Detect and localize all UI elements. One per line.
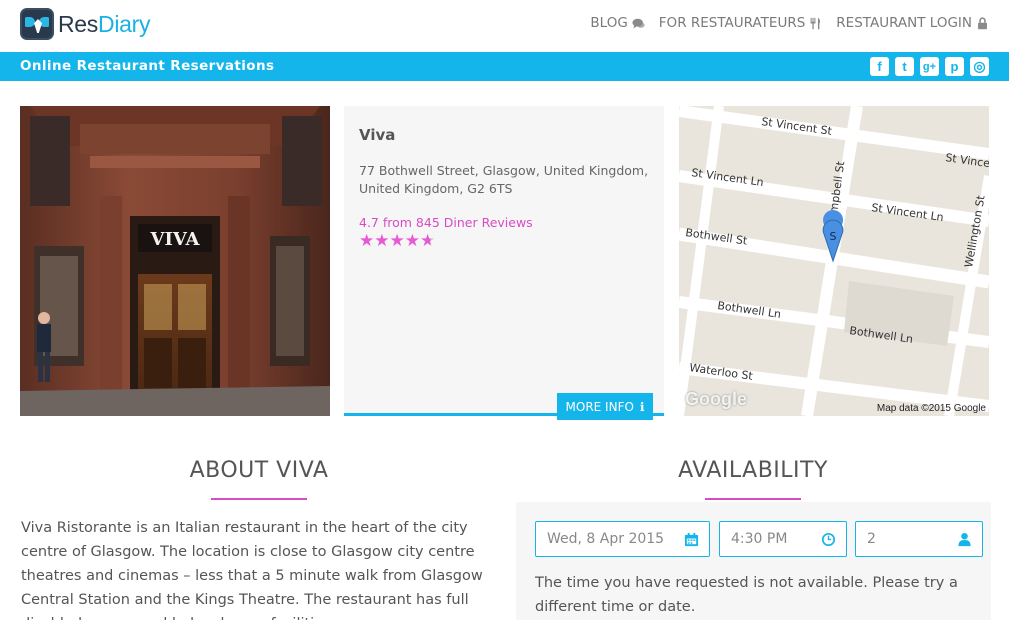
time-picker-field[interactable]: 4:30 PM (719, 521, 847, 557)
star-icon: ★ (404, 231, 420, 251)
map-tiles: St Vincent St St Vince St Vincent Ln St … (679, 106, 989, 416)
party-size-value: 2 (867, 531, 876, 547)
nav-blog[interactable]: BLOG (590, 15, 645, 31)
resdiary-logo[interactable]: ResDiary (20, 8, 150, 40)
restaurant-photo: VIVA (20, 106, 330, 416)
star-icon: ★ (389, 231, 405, 251)
comments-icon (632, 18, 645, 28)
logo-icon (20, 8, 54, 40)
google-plus-icon[interactable]: g+ (920, 57, 939, 76)
availability-message: The time you have requested is not avail… (535, 575, 958, 615)
about-title: ABOUT VIVA (189, 458, 329, 483)
restaurant-address: 77 Bothwell Street, Glasgow, United King… (359, 163, 649, 196)
google-logo: Google (685, 389, 747, 409)
star-icon: ★ (359, 231, 375, 251)
about-description: Viva Ristorante is an Italian restaurant… (21, 520, 483, 620)
twitter-icon[interactable]: t (895, 57, 914, 76)
more-info-button[interactable]: MORE INFO ℹ (557, 393, 653, 420)
availability-title: AVAILABILITY (678, 458, 828, 483)
nav-for-restaurateurs[interactable]: FOR RESTAURATEURS (659, 15, 822, 31)
calendar-icon (684, 532, 699, 547)
info-icon: ℹ (639, 399, 645, 414)
logo-text: ResDiary (58, 11, 150, 38)
social-links: f t g+ p ◎ (870, 57, 989, 76)
nav-restaurant-login[interactable]: RESTAURANT LOGIN (836, 15, 989, 31)
marker-label: S (830, 230, 837, 243)
availability-panel: Wed, 8 Apr 2015 4:30 PM 2 The time you h… (516, 502, 991, 620)
location-map[interactable]: St Vincent St St Vince St Vincent Ln St … (679, 106, 989, 416)
cutlery-icon (810, 17, 821, 29)
restaurant-name: Viva (359, 126, 396, 144)
facebook-icon[interactable]: f (870, 57, 889, 76)
nav-blog-label: BLOG (590, 15, 628, 31)
date-value: Wed, 8 Apr 2015 (547, 531, 665, 547)
instagram-icon[interactable]: ◎ (970, 57, 989, 76)
tagline-text: Online Restaurant Reservations (20, 58, 275, 74)
map-data-credit: Map data ©2015 Google (876, 403, 986, 414)
about-title-underline (211, 498, 307, 500)
availability-title-underline (705, 498, 801, 500)
time-value: 4:30 PM (731, 531, 788, 547)
diner-reviews-link[interactable]: 4.7 from 845 Diner Reviews (359, 215, 533, 230)
top-nav: BLOG FOR RESTAURATEURS RESTAURANT LOGIN (590, 15, 989, 31)
user-icon (958, 532, 971, 547)
restaurant-sign-text: VIVA (150, 229, 201, 250)
site-header: ResDiary BLOG FOR RESTAURATEURS RESTAURA… (0, 0, 1009, 52)
tagline-band: Online Restaurant Reservations f t g+ p … (0, 52, 1009, 81)
lock-icon (978, 16, 987, 29)
logo-text-diary: Diary (98, 10, 151, 37)
nav-restaurateurs-label: FOR RESTAURATEURS (658, 15, 806, 31)
pinterest-icon[interactable]: p (945, 57, 964, 76)
rating-stars: ★ ★ ★ ★ ★ (359, 233, 435, 250)
logo-text-res: Res (58, 10, 99, 37)
more-info-label: MORE INFO (565, 399, 634, 414)
partial-star-icon: ★ (420, 231, 436, 251)
clock-icon (821, 532, 836, 547)
nav-login-label: RESTAURANT LOGIN (836, 15, 972, 31)
star-icon: ★ (374, 231, 390, 251)
date-picker-field[interactable]: Wed, 8 Apr 2015 (535, 521, 710, 557)
restaurant-photo-illustration: VIVA (20, 106, 330, 416)
party-size-field[interactable]: 2 (855, 521, 983, 557)
restaurant-info-card: Viva 77 Bothwell Street, Glasgow, United… (344, 106, 664, 420)
